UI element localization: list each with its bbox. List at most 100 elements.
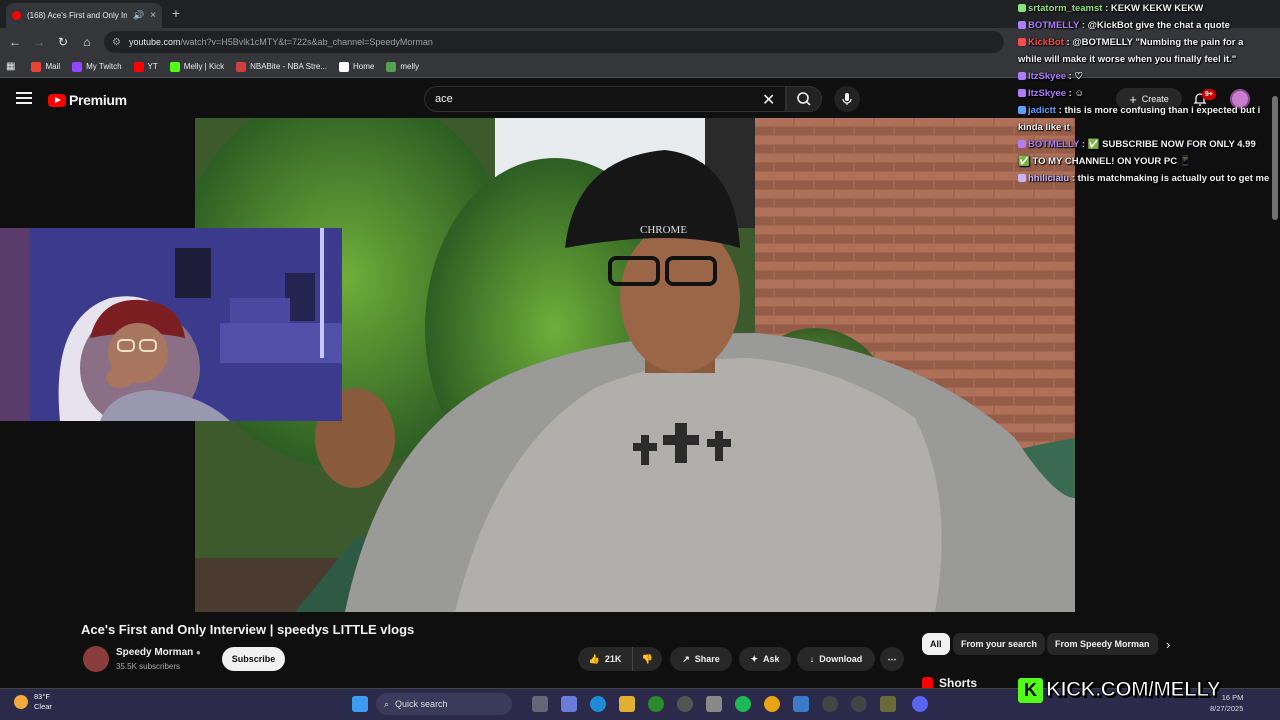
task-view-icon[interactable]	[532, 696, 548, 712]
chat-badge-icon	[1018, 21, 1026, 29]
like-button[interactable]: 👍 21K	[578, 647, 632, 671]
chat-badge-icon	[1018, 38, 1026, 46]
dislike-button[interactable]: 👎	[632, 647, 662, 671]
kick-logo-icon: K	[1018, 677, 1043, 703]
menu-icon[interactable]	[16, 92, 32, 106]
edge-icon[interactable]	[590, 696, 606, 712]
url-field[interactable]: ⚙ youtube.com/watch?v=H5Bvlk1cMTY&t=722s…	[104, 31, 1004, 53]
channel-avatar[interactable]	[83, 646, 109, 672]
clock-date: 8/27/2025	[1210, 704, 1244, 713]
gmail-icon	[31, 61, 42, 72]
kick-url-text: KICK.COM/MELLY	[1045, 678, 1221, 702]
taskbar-search[interactable]: ⌕ Quick search	[376, 693, 512, 715]
x-icon	[339, 61, 350, 72]
bookmark-melly[interactable]: melly	[386, 61, 419, 72]
microphone-icon	[842, 93, 852, 105]
store-icon[interactable]	[706, 696, 722, 712]
close-tab-icon[interactable]: ×	[150, 10, 156, 21]
file-explorer-icon[interactable]	[619, 696, 635, 712]
subscriber-count: 35.5K subscribers	[116, 662, 181, 671]
chat-badge-icon	[1018, 140, 1026, 148]
chat-message: jadictt : this is more confusing than i …	[1014, 102, 1280, 119]
download-button[interactable]: ↓ Download	[797, 647, 875, 671]
page-scrollbar[interactable]	[1271, 82, 1279, 222]
bookmark-nbabite-nba-stre[interactable]: NBABite - NBA Stre...	[236, 61, 327, 72]
bookmark-label: Melly | Kick	[183, 62, 225, 71]
browser-tab[interactable]: (168) Ace's First and Only In 🔊 ×	[6, 3, 162, 28]
quick-search-label: Quick search	[395, 699, 448, 709]
chat-username: jadictt	[1028, 105, 1056, 116]
search-icon: ⌕	[384, 698, 390, 709]
chat-badge-icon	[1018, 106, 1026, 114]
speaker-icon[interactable]: 🔊	[133, 10, 144, 21]
chevron-right-icon[interactable]: ›	[1166, 637, 1170, 652]
app-icon[interactable]	[880, 696, 896, 712]
nbabite-icon	[236, 61, 247, 72]
chat-text: this matchmaking is actually out to get …	[1077, 173, 1270, 184]
ask-button[interactable]: ✦ Ask	[739, 647, 791, 671]
ask-label: Ask	[763, 654, 780, 664]
windows-start-icon[interactable]	[352, 696, 368, 712]
chip-from-your-search[interactable]: From your search	[953, 633, 1046, 655]
bookmark-label: YT	[147, 62, 158, 71]
apps-grid-icon[interactable]: ▦	[6, 61, 15, 72]
new-tab-button[interactable]: +	[168, 5, 184, 21]
chat-text: kinda like it	[1018, 122, 1070, 133]
share-button[interactable]: ↗ Share	[670, 647, 732, 671]
more-actions-button[interactable]: ⋯	[880, 647, 904, 671]
reload-icon[interactable]: ↻	[55, 34, 71, 50]
thumbs-up-icon: 👍	[588, 653, 600, 664]
forward-arrow-icon[interactable]: →	[31, 34, 47, 50]
bookmark-mail[interactable]: Mail	[31, 61, 61, 72]
channel-name[interactable]: Speedy Morman ●	[116, 647, 201, 658]
chat-message: ItzSkyee : ♡	[1014, 68, 1280, 85]
bookmark-icon	[386, 61, 397, 72]
download-icon: ↓	[809, 654, 815, 664]
stream-chat-overlay: srtatorm_teamst : KEKW KEKW KEKW BOTMELLY…	[1014, 0, 1280, 200]
youtube-play-icon	[48, 93, 66, 107]
subscribe-button[interactable]: Subscribe	[222, 647, 285, 671]
chip-all[interactable]: All	[922, 633, 950, 655]
discord-icon[interactable]	[912, 696, 928, 712]
spotify-icon[interactable]	[735, 696, 751, 712]
chat-message: BOTMELLY : ✅ SUBSCRIBE NOW FOR ONLY 4.99	[1014, 136, 1280, 153]
chip-from-channel[interactable]: From Speedy Morman	[1047, 633, 1158, 655]
chrome-icon[interactable]	[764, 696, 780, 712]
url-path: /watch?v=H5Bvlk1cMTY&t=722s&ab_channel=S…	[180, 37, 433, 47]
site-info-icon[interactable]: ⚙	[112, 37, 121, 48]
chat-text: ✅ TO MY CHANNEL! ON YOUR PC 📱	[1018, 156, 1192, 167]
bookmark-my-twitch[interactable]: My Twitch	[72, 61, 122, 72]
bookmark-home[interactable]: Home	[339, 61, 374, 72]
chat-username: BOTMELLY	[1028, 139, 1080, 150]
search-input[interactable]: ace	[424, 86, 786, 112]
home-icon[interactable]: ⌂	[79, 34, 95, 50]
copilot-icon[interactable]	[561, 696, 577, 712]
webcam-scene	[0, 228, 342, 421]
chat-text: while will make it worse when you finall…	[1018, 54, 1237, 65]
app-icon[interactable]	[851, 696, 867, 712]
youtube-icon	[133, 61, 144, 72]
chat-username: ItzSkyee	[1028, 88, 1067, 99]
media-player-icon[interactable]	[822, 696, 838, 712]
chat-badge-icon	[1018, 72, 1026, 80]
weather-widget[interactable]: 83°F Clear	[14, 692, 52, 712]
youtube-premium-logo[interactable]: Premium	[48, 92, 127, 108]
channel-name-text: Speedy Morman	[116, 647, 194, 658]
chat-message: srtatorm_teamst : KEKW KEKW KEKW	[1014, 0, 1280, 17]
settings-icon[interactable]	[677, 696, 693, 712]
bookmark-yt[interactable]: YT	[133, 61, 158, 72]
xbox-icon[interactable]	[648, 696, 664, 712]
clear-search-icon[interactable]: ✕	[762, 90, 775, 110]
sun-icon	[14, 695, 28, 709]
chat-username: ItzSkyee	[1028, 71, 1067, 82]
bookmark-label: Mail	[45, 62, 61, 71]
photos-icon[interactable]	[793, 696, 809, 712]
back-arrow-icon[interactable]: ←	[7, 34, 23, 50]
search-button[interactable]	[786, 86, 822, 112]
share-label: Share	[694, 654, 720, 664]
bookmark-melly-kick[interactable]: Melly | Kick	[169, 61, 225, 72]
like-count: 21K	[604, 654, 622, 664]
video-title: Ace's First and Only Interview | speedys…	[81, 622, 415, 637]
voice-search-button[interactable]	[834, 86, 860, 112]
weather-temp: 83°F	[34, 692, 50, 701]
